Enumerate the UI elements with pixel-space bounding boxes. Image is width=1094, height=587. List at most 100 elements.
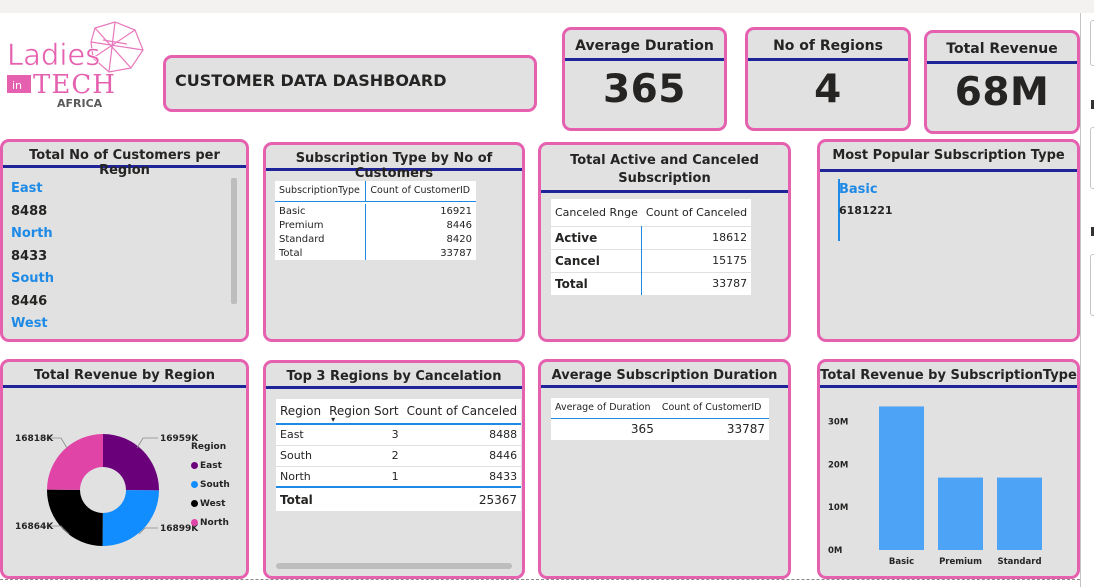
horizontal-scrollbar[interactable] [276, 563, 512, 569]
card-title: Top 3 Regions by Cancelation [266, 363, 522, 389]
page-bottom-border [0, 579, 1080, 580]
bar-standard[interactable] [997, 477, 1042, 550]
avg-duration-table[interactable]: Average of Duration Count of CustomerID … [551, 398, 769, 440]
customers-per-region-card[interactable]: Total No of Customers per Region East 84… [0, 139, 249, 342]
card-title: Subscription Type by No of Customers [266, 145, 522, 181]
region-name: South [11, 271, 55, 286]
kpi-value: 4 [814, 67, 842, 112]
pane-toggle-top[interactable] [1090, 20, 1094, 66]
avg-duration-card[interactable]: Average Subscription Duration Average of… [538, 359, 791, 579]
revenue-by-subscription-card[interactable]: Total Revenue by SubscriptionType 0M 10M 2… [817, 359, 1080, 579]
bar-basic[interactable] [879, 406, 924, 550]
table-cell: 8488 [489, 428, 518, 442]
popular-subscription-card[interactable]: Most Popular Subscription Type Basic 618… [817, 139, 1080, 342]
kpi-total-revenue[interactable]: Total Revenue 68M [924, 30, 1080, 134]
column-header[interactable]: SubscriptionType [275, 181, 366, 201]
legend-label: West [200, 498, 226, 509]
logo-text-tech: TECH [33, 70, 116, 100]
table-cell: Total [555, 276, 588, 291]
subscription-type-table[interactable]: SubscriptionType Count of CustomerID Bas… [275, 181, 476, 260]
table-cell: 8446 [489, 449, 518, 462]
active-canceled-card[interactable]: Total Active and Canceled Subscription C… [538, 142, 791, 342]
x-tick-label: Standard [997, 557, 1041, 567]
bar-premium[interactable] [938, 477, 983, 550]
donut-data-label: 16864K [15, 522, 54, 532]
donut-slice-east[interactable] [103, 434, 159, 491]
kpi-average-duration[interactable]: Average Duration 365 [562, 27, 727, 131]
table-cell: 33787 [641, 272, 752, 295]
top-bar [0, 0, 1094, 13]
legend-item-west[interactable]: West [191, 494, 230, 513]
region-count: 8433 [11, 248, 48, 264]
table-cell: 1 [391, 469, 399, 483]
logo-text-ladies: Ladies [7, 38, 100, 72]
card-title: Total Revenue by SubscriptionType [820, 362, 1077, 388]
y-tick-label: 30M [828, 417, 848, 427]
top3-cancelation-card[interactable]: Top 3 Regions by Cancelation Region Regi… [263, 360, 525, 579]
column-header-label: Region Sort [329, 404, 399, 418]
table-cell: South [280, 449, 312, 462]
x-tick-label: Premium [939, 557, 982, 567]
region-name: North [11, 226, 53, 241]
column-header[interactable]: Canceled Rnge [551, 199, 642, 226]
kpi-label: Average Duration [565, 30, 724, 61]
table-cell: 2 [391, 449, 399, 462]
pane-toggle-bottom[interactable] [1090, 254, 1094, 316]
vertical-scrollbar[interactable] [231, 178, 237, 304]
kpi-value: 68M [954, 70, 1050, 115]
top3-cancelation-table[interactable]: Region Region Sort ▾ Count of Canceled Ea… [276, 399, 522, 511]
revenue-by-region-card[interactable]: Total Revenue by Region 16818K 16959K 1686… [0, 359, 249, 579]
sort-down-icon[interactable]: ▾ [331, 415, 335, 424]
donut-slice-north[interactable] [47, 434, 103, 490]
table-cell: 8420 [365, 232, 476, 246]
y-tick-label: 20M [828, 460, 848, 470]
table-cell: 33787 [726, 422, 765, 437]
column-header[interactable]: Count of CustomerID [365, 181, 476, 201]
table-cell: Basic [279, 205, 306, 217]
column-header-sorted[interactable]: Region Sort ▾ [325, 399, 403, 424]
pane-toggle-middle[interactable] [1090, 127, 1094, 189]
table-cell: 365 [630, 422, 654, 437]
table-cell: 8433 [489, 469, 518, 483]
active-canceled-table[interactable]: Canceled Rnge Count of Canceled Active 18… [551, 199, 752, 295]
table-cell: Standard [279, 233, 325, 245]
table-cell: 15175 [641, 249, 752, 272]
donut-slice-south[interactable] [102, 490, 159, 546]
table-cell [325, 487, 403, 511]
logo-text-in: in [12, 79, 22, 92]
column-header[interactable]: Count of Canceled [403, 399, 521, 424]
subscription-type-card[interactable]: Subscription Type by No of Customers Sub… [263, 142, 525, 342]
region-name: West [11, 316, 48, 331]
donut-legend: Region East South West North [191, 442, 230, 532]
legend-item-east[interactable]: East [191, 456, 230, 475]
column-header[interactable]: Count of Canceled [642, 199, 751, 226]
legend-item-south[interactable]: South [191, 475, 230, 494]
card-title: Total Revenue by Region [3, 362, 246, 388]
table-cell: 33787 [365, 246, 476, 260]
card-title: Most Popular Subscription Type [820, 142, 1077, 172]
region-count: 8446 [11, 293, 48, 309]
ladies-in-tech-logo: Ladies in TECH AFRICA [7, 21, 144, 110]
table-cell: 18612 [641, 226, 752, 249]
card-title-line: Total Active and Canceled [570, 153, 759, 168]
y-tick-label: 0M [828, 546, 842, 556]
donut-data-label: 16818K [15, 434, 54, 444]
donut-slice-west[interactable] [47, 489, 103, 546]
y-tick-label: 10M [828, 503, 848, 513]
card-title: Total Active and Canceled Subscription [541, 145, 788, 193]
revenue-bar-chart[interactable]: 0M 10M 20M 30M Basic Premium Standard [820, 392, 1077, 576]
legend-item-north[interactable]: North [191, 513, 230, 532]
table-cell: East [280, 428, 304, 442]
region-list[interactable]: East 8488 North 8433 South 8446 West [11, 178, 231, 336]
table-cell: 8446 [365, 218, 476, 232]
table-total-label: Total [280, 492, 313, 507]
table-cell: Cancel [555, 253, 600, 268]
subscription-type-label: Basic [839, 182, 878, 197]
column-header[interactable]: Region [276, 399, 325, 424]
subscription-type-value: 6181221 [839, 204, 893, 217]
column-header[interactable]: Average of Duration [551, 398, 658, 418]
column-header[interactable]: Count of CustomerID [658, 398, 769, 418]
table-cell: Total [279, 247, 303, 259]
legend-title: Region [191, 442, 227, 452]
kpi-no-of-regions[interactable]: No of Regions 4 [745, 27, 911, 131]
